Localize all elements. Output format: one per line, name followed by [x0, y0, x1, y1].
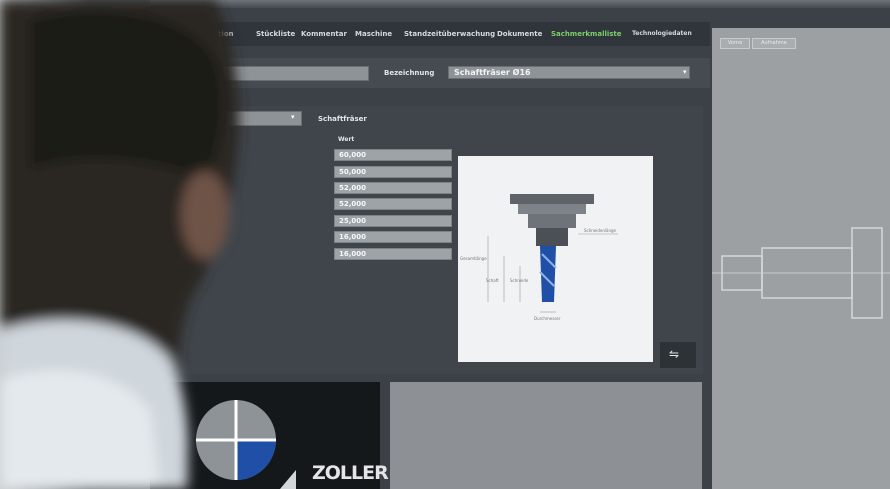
side-view-panel: [712, 28, 890, 489]
type-label: Schaftfräser: [318, 115, 367, 123]
brand-logo: ZOLLER: [312, 462, 389, 484]
tab-aufnahme[interactable]: Aufnahme: [752, 38, 796, 49]
preview-label: Schneide: [510, 278, 529, 283]
chevron-down-icon[interactable]: ▾: [683, 68, 687, 76]
menu-item-maschine[interactable]: Maschine: [355, 30, 392, 38]
value-field[interactable]: 52,000: [334, 198, 452, 210]
menu-item-sachmerkmal[interactable]: Sachmerkmalliste: [551, 30, 622, 38]
tab-vorne[interactable]: Vorne: [720, 38, 750, 49]
type-select[interactable]: [205, 111, 302, 126]
value-header: Wert: [338, 136, 355, 143]
menu-item-kommentar[interactable]: Kommentar: [301, 30, 347, 38]
bezeichnung-field[interactable]: Schaftfräser Ø16: [448, 66, 690, 79]
value-field[interactable]: 52,000: [334, 182, 452, 194]
view-toggle-button[interactable]: ⇋: [660, 342, 696, 368]
mirror-icon: ⇋: [669, 347, 680, 361]
value-field[interactable]: 60,000: [334, 149, 452, 161]
chevron-down-icon[interactable]: ▾: [291, 113, 295, 121]
bezeichnung-label: Bezeichnung: [384, 69, 435, 77]
preview-label: Schneidenlänge: [584, 228, 617, 233]
empty-tile: [390, 382, 702, 489]
value-field[interactable]: 16,000: [334, 248, 452, 260]
preview-label: Schaft: [486, 278, 499, 283]
number-field[interactable]: [215, 66, 369, 81]
menu-item-stueckliste[interactable]: Stückliste: [256, 30, 295, 38]
menu-item-standzeit[interactable]: Standzeitüberwachung: [404, 30, 495, 38]
menu-item-partial[interactable]: tion: [218, 30, 234, 38]
value-field[interactable]: 50,000: [334, 166, 452, 178]
preview-label: Durchmesser: [534, 316, 561, 321]
tool-drawing: [487, 194, 618, 313]
preview-label: Gesamtlänge: [460, 256, 487, 261]
menu-item-dokumente[interactable]: Dokumente: [497, 30, 542, 38]
tool-preview: Gesamtlänge Schaft Schneide Schneidenlän…: [458, 156, 653, 362]
value-field[interactable]: 25,000: [334, 215, 452, 227]
value-field[interactable]: 16,000: [334, 231, 452, 243]
menu-item-technologie[interactable]: Technologiedaten: [632, 30, 692, 37]
toolholder-outline: [712, 227, 890, 319]
photo-scene: tion Stückliste Kommentar Maschine Stand…: [0, 0, 890, 489]
